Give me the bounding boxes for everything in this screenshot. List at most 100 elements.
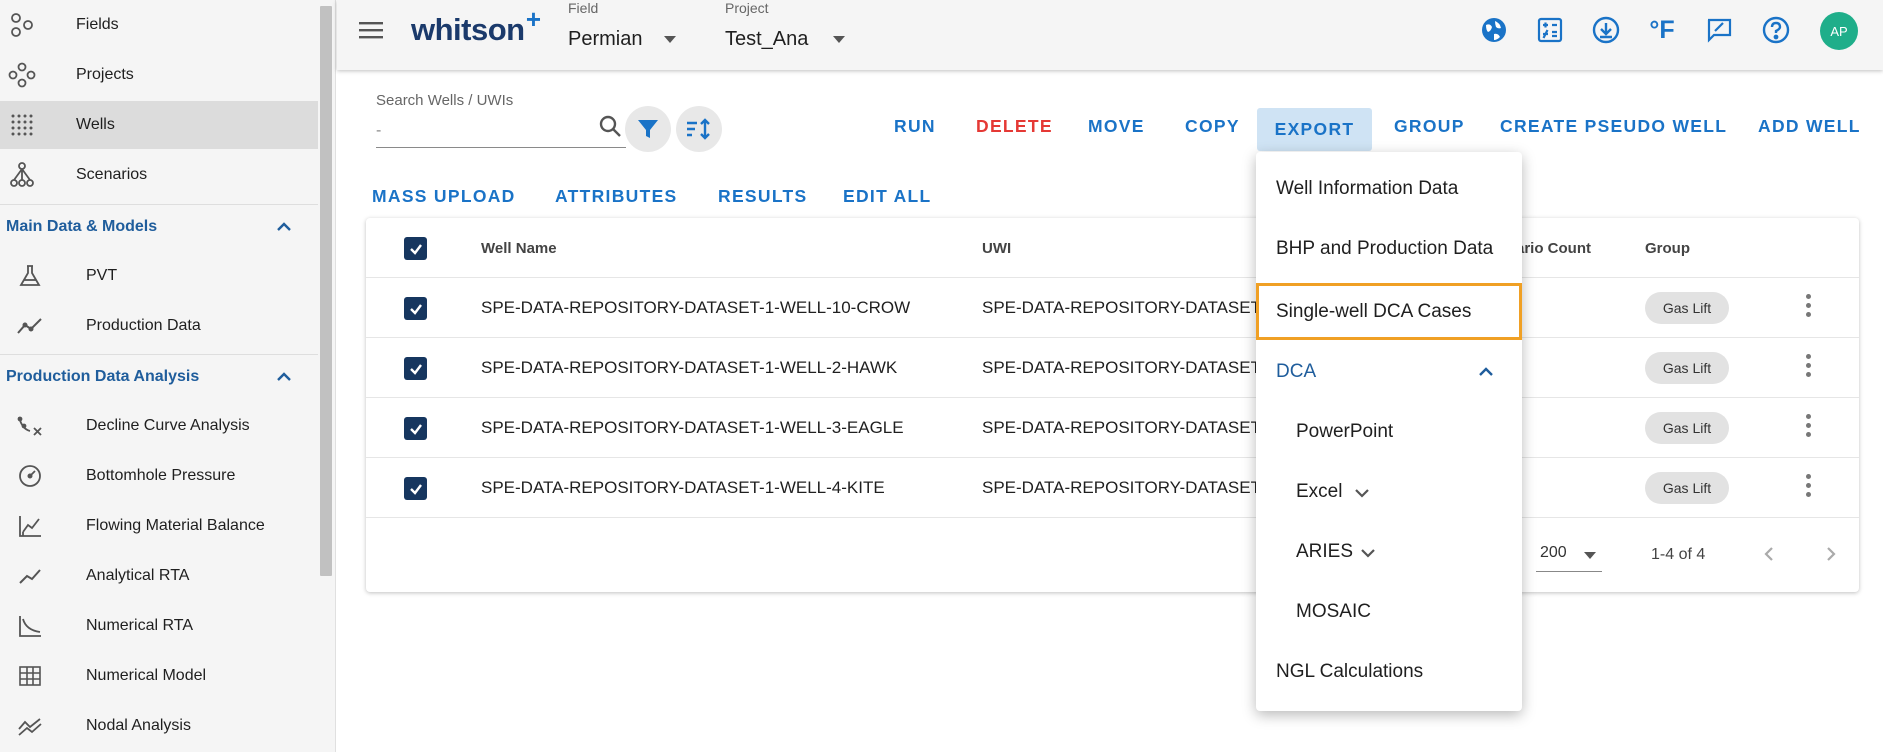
pagination-range: 1-4 of 4 <box>1651 546 1706 563</box>
group-chip: Gas Lift <box>1645 352 1729 384</box>
row-checkbox[interactable] <box>404 297 427 320</box>
app-logo[interactable]: whitson + <box>411 4 541 48</box>
create-pseudo-well-button[interactable]: CREATE PSEUDO WELL <box>1500 116 1727 137</box>
sidebar-item-scenarios[interactable]: Scenarios <box>0 151 318 199</box>
well-name-cell: SPE-DATA-REPOSITORY-DATASET-1-WELL-3-EAG… <box>481 418 904 437</box>
feedback-icon[interactable] <box>1703 14 1735 46</box>
move-button[interactable]: MOVE <box>1088 116 1145 137</box>
menu-item-aries[interactable]: ARIES <box>1256 522 1522 582</box>
menu-item-ngl-calculations[interactable]: NGL Calculations <box>1256 642 1522 702</box>
more-vert-icon[interactable] <box>1804 474 1812 502</box>
add-well-button[interactable]: ADD WELL <box>1758 116 1861 137</box>
table-row[interactable]: SPE-DATA-REPOSITORY-DATASET-1-WELL-2-HAW… <box>366 338 1859 398</box>
table-row[interactable]: SPE-DATA-REPOSITORY-DATASET-1-WELL-3-EAG… <box>366 398 1859 458</box>
scenarios-icon <box>8 161 36 189</box>
mass-upload-button[interactable]: MASS UPLOAD <box>372 186 516 207</box>
attributes-button[interactable]: ATTRIBUTES <box>555 186 678 207</box>
calculator-icon[interactable] <box>1534 14 1566 46</box>
globe-icon[interactable] <box>1478 14 1510 46</box>
sidebar-item-production-data[interactable]: Production Data <box>0 302 318 350</box>
section-title: Main Data & Models <box>6 217 158 235</box>
menu-item-label: PowerPoint <box>1296 421 1394 442</box>
menu-item-excel[interactable]: Excel <box>1256 462 1522 522</box>
menu-icon[interactable] <box>359 20 385 40</box>
filter-button[interactable] <box>625 106 671 152</box>
header-scenario-count[interactable]: ario Count <box>1516 218 1591 278</box>
menu-item-label: BHP and Production Data <box>1276 238 1494 259</box>
rows-per-page-select[interactable]: 200 <box>1536 542 1602 572</box>
gauge-icon <box>16 462 44 490</box>
more-vert-icon[interactable] <box>1804 354 1812 382</box>
menu-item-well-information[interactable]: Well Information Data <box>1256 159 1522 219</box>
project-selector[interactable]: Project Test_Ana <box>725 0 855 70</box>
sidebar-section-pda[interactable]: Production Data Analysis <box>0 354 318 398</box>
fahrenheit-icon[interactable]: °F <box>1646 14 1678 46</box>
field-caption: Field <box>568 0 599 16</box>
nodal-icon <box>16 712 44 740</box>
row-checkbox[interactable] <box>404 477 427 500</box>
header-well-name[interactable]: Well Name <box>481 218 557 278</box>
help-icon[interactable] <box>1760 14 1792 46</box>
group-chip: Gas Lift <box>1645 292 1729 324</box>
export-menu: Well Information Data BHP and Production… <box>1256 152 1522 711</box>
avatar[interactable]: AP <box>1820 12 1858 50</box>
run-button[interactable]: RUN <box>894 116 936 137</box>
project-value: Test_Ana <box>725 28 809 50</box>
rows-per-page-value: 200 <box>1540 544 1567 561</box>
sidebar-item-analytical-rta[interactable]: Analytical RTA <box>0 552 318 600</box>
sidebar-item-fmb[interactable]: Flowing Material Balance <box>0 502 318 550</box>
sort-icon <box>687 118 710 140</box>
edit-all-button[interactable]: EDIT ALL <box>843 186 932 207</box>
sidebar-item-bhp[interactable]: Bottomhole Pressure <box>0 452 318 500</box>
field-value: Permian <box>568 28 643 50</box>
trend-icon <box>16 562 44 590</box>
more-vert-icon[interactable] <box>1804 294 1812 322</box>
sidebar-item-pvt[interactable]: PVT <box>0 252 318 300</box>
chevron-up-icon <box>277 222 291 231</box>
group-button[interactable]: GROUP <box>1394 116 1465 137</box>
export-button[interactable]: EXPORT <box>1257 108 1372 151</box>
sidebar-scrollbar[interactable] <box>320 6 332 576</box>
sidebar-item-label: Numerical Model <box>86 667 207 684</box>
menu-item-powerpoint[interactable]: PowerPoint <box>1256 402 1522 462</box>
menu-item-single-well-dca[interactable]: Single-well DCA Cases <box>1256 283 1522 340</box>
sidebar: Fields Projects Wells Scenarios Main Dat… <box>0 0 336 752</box>
copy-button[interactable]: COPY <box>1185 116 1240 137</box>
sidebar-item-dca[interactable]: Decline Curve Analysis <box>0 402 318 450</box>
sort-button[interactable] <box>676 106 722 152</box>
row-checkbox[interactable] <box>404 357 427 380</box>
menu-item-label: Single-well DCA Cases <box>1276 300 1472 322</box>
download-icon[interactable] <box>1590 14 1622 46</box>
sidebar-item-projects[interactable]: Projects <box>0 51 318 99</box>
sidebar-item-numerical-rta[interactable]: Numerical RTA <box>0 602 318 650</box>
table-row[interactable]: SPE-DATA-REPOSITORY-DATASET-1-WELL-4-KIT… <box>366 458 1859 518</box>
sidebar-item-label: Decline Curve Analysis <box>86 417 250 434</box>
table-row[interactable]: SPE-DATA-REPOSITORY-DATASET-1-WELL-10-CR… <box>366 278 1859 338</box>
line-chart-icon <box>16 312 44 340</box>
uwi-cell: SPE-DATA-REPOSITORY-DATASET-1 <box>982 478 1256 497</box>
select-all-checkbox[interactable] <box>404 237 427 260</box>
more-vert-icon[interactable] <box>1804 414 1812 442</box>
chevron-left-icon[interactable] <box>1759 544 1779 564</box>
delete-button[interactable]: DELETE <box>976 116 1053 137</box>
sidebar-item-fields[interactable]: Fields <box>0 1 318 49</box>
sidebar-section-main-data[interactable]: Main Data & Models <box>0 204 318 248</box>
sidebar-item-numerical-model[interactable]: Numerical Model <box>0 652 318 700</box>
sidebar-item-wells[interactable]: Wells <box>0 101 318 149</box>
header-uwi[interactable]: UWI <box>982 218 1011 278</box>
field-selector[interactable]: Field Permian <box>568 0 688 70</box>
sidebar-item-nodal-analysis[interactable]: Nodal Analysis <box>0 702 318 750</box>
check-icon <box>409 363 422 375</box>
header-group[interactable]: Group <box>1645 218 1690 278</box>
section-title: Production Data Analysis <box>6 367 200 385</box>
search-icon[interactable] <box>598 114 622 138</box>
row-checkbox[interactable] <box>404 417 427 440</box>
menu-item-dca[interactable]: DCA <box>1256 342 1522 402</box>
menu-item-mosaic[interactable]: MOSAIC <box>1256 582 1522 642</box>
menu-item-bhp-production[interactable]: BHP and Production Data <box>1256 219 1522 279</box>
top-bar: whitson + Field Permian Project Test_Ana … <box>337 0 1883 70</box>
search-input[interactable] <box>376 114 626 148</box>
chevron-right-icon[interactable] <box>1821 544 1841 564</box>
wells-table: Well Name UWI ario Count Group SPE-DATA-… <box>366 218 1859 592</box>
results-button[interactable]: RESULTS <box>718 186 807 207</box>
